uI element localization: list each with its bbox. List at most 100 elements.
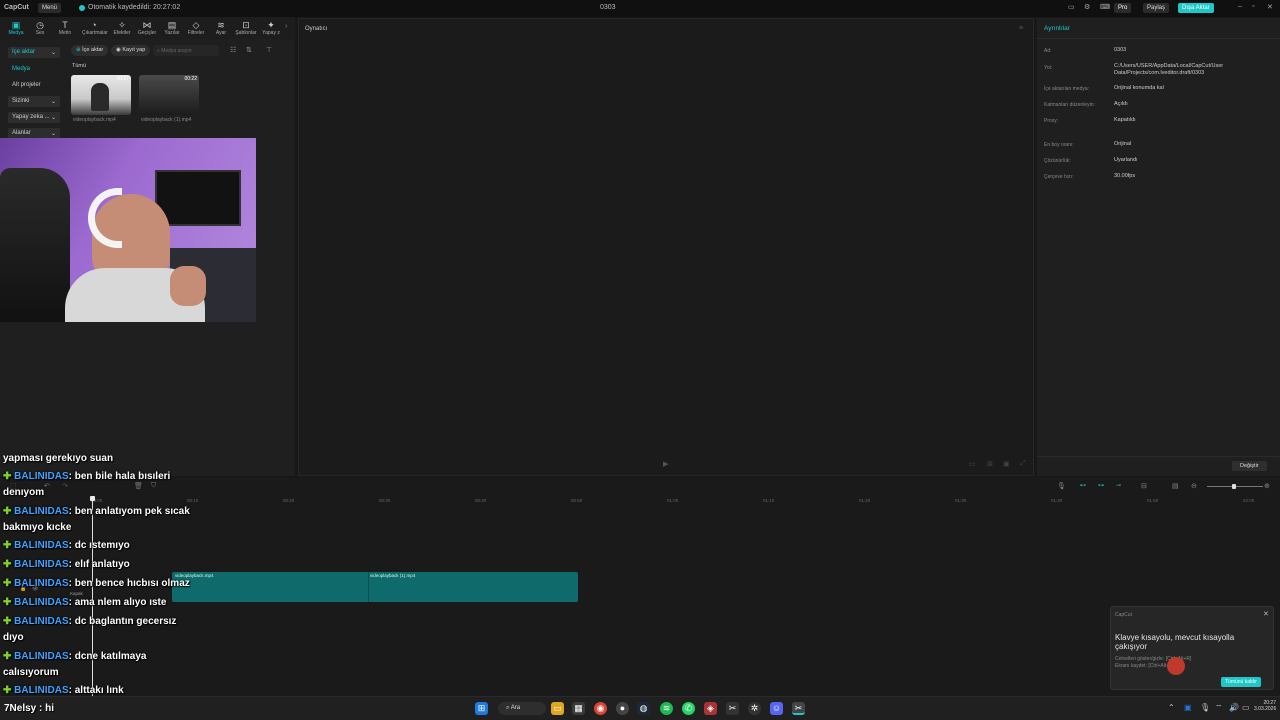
- list-view-icon[interactable]: ☷: [230, 46, 236, 54]
- import-dropdown[interactable]: İçe aktar ⌄: [8, 47, 60, 58]
- tool-effects[interactable]: ✧ Efektler: [110, 20, 134, 36]
- crop-icon[interactable]: ⊠: [987, 460, 993, 468]
- nav-subprojects[interactable]: Alt projeler: [8, 80, 60, 91]
- chat-line: ✚ BALINIDAS: dc baglantın gecersız: [3, 616, 177, 627]
- shield-icon[interactable]: ⛉: [151, 482, 156, 490]
- clock[interactable]: 20:27 3.03.2026: [1254, 700, 1276, 712]
- wifi-icon[interactable]: ⌔: [1215, 703, 1223, 713]
- chatgpt-icon[interactable]: ✲: [748, 702, 761, 715]
- file-explorer-icon[interactable]: ▭: [551, 702, 564, 715]
- undo-icon[interactable]: ↶: [44, 482, 50, 490]
- change-button[interactable]: Değiştir: [1232, 461, 1267, 471]
- volume-icon[interactable]: 🔊: [1229, 703, 1239, 712]
- gaming-chair: [0, 168, 70, 322]
- mic-icon[interactable]: 🎙: [1200, 703, 1210, 712]
- player-title: Oynatıcı: [305, 26, 328, 32]
- capcut-active-icon[interactable]: ✂: [792, 702, 805, 715]
- taskbar-search[interactable]: ⌕ Ara: [498, 702, 546, 715]
- media-app-icon[interactable]: ◈: [704, 702, 717, 715]
- import-icon: ⊕: [76, 47, 81, 53]
- sort-icon[interactable]: ⇅: [246, 46, 252, 54]
- mic-icon[interactable]: 🎙: [1057, 482, 1066, 490]
- detail-value: C:/Users/USER/AppData/Local/CapCut/User …: [1114, 63, 1224, 76]
- cursor-pen-icon: [1167, 657, 1185, 675]
- preview-icon[interactable]: ⊟: [1141, 482, 1147, 490]
- media-thumb-1[interactable]: 00:37: [71, 75, 131, 115]
- tool-text[interactable]: T Metin: [53, 20, 77, 36]
- detail-label: Ad:: [1044, 48, 1052, 54]
- tool-audio[interactable]: ◷ Ses: [28, 20, 52, 36]
- delete-icon[interactable]: 🗑: [134, 482, 143, 490]
- clock-date: 3.03.2026: [1254, 706, 1277, 712]
- tool-filters[interactable]: ◇ Filtreler: [184, 20, 208, 36]
- fullscreen-icon[interactable]: ⤢: [1020, 460, 1026, 468]
- all-filter[interactable]: Tümü: [72, 63, 86, 69]
- tool-stickers[interactable]: ◔ Çıkartmalar: [82, 20, 108, 36]
- chevron-down-icon: ⌄: [50, 99, 56, 105]
- tool-templates[interactable]: ⊡ Şablonlar: [234, 20, 258, 36]
- export-button[interactable]: Dışa Aktar: [1178, 3, 1214, 13]
- template-icon: ⊡: [242, 20, 250, 30]
- tool-captions[interactable]: ▤ Yazılar: [160, 20, 184, 36]
- magnet-icon[interactable]: ⊶: [1098, 482, 1104, 489]
- nav-ai[interactable]: Yapay zeka ... ⌄: [8, 112, 60, 123]
- link-icon[interactable]: ⊷: [1080, 482, 1086, 489]
- steam-icon[interactable]: ◍: [637, 702, 650, 715]
- keyboard-icon[interactable]: ⌨: [1100, 3, 1110, 11]
- store-icon[interactable]: ▦: [572, 702, 585, 715]
- title-bar: CapCut Menü Otomatik kaydedildi: 20:27:0…: [0, 0, 1280, 17]
- search-input[interactable]: ⌕ Medya arayın: [153, 45, 219, 56]
- chevron-down-icon: ⌄: [50, 131, 56, 137]
- toolbar-more-icon[interactable]: ›: [285, 23, 287, 30]
- webcam-overlay: [0, 138, 256, 322]
- zoom-slider-handle[interactable]: [1232, 484, 1236, 489]
- remove-all-button[interactable]: Tümünü kaldır: [1221, 677, 1261, 687]
- media-thumb-2[interactable]: 00:22: [139, 75, 199, 115]
- tool-media[interactable]: ▣ Medya: [4, 20, 28, 36]
- tool-adjust[interactable]: ≋ Ayar: [209, 20, 233, 36]
- battery-icon[interactable]: ▭: [1242, 703, 1250, 712]
- chrome-icon[interactable]: ◉: [594, 702, 607, 715]
- nav-media[interactable]: Medya: [8, 64, 60, 75]
- whatsapp-icon[interactable]: ✆: [682, 702, 695, 715]
- detail-label: Katmanları düzenleyin:: [1044, 102, 1095, 108]
- ratio-icon[interactable]: ▣: [1003, 460, 1010, 468]
- chat-line: ✚ BALINIDAS: ama nlem alıyo ıste: [3, 597, 167, 608]
- filter-icon[interactable]: ⊤: [266, 46, 272, 54]
- menu-button[interactable]: Menü: [38, 3, 62, 13]
- play-icon[interactable]: ▶: [663, 460, 668, 468]
- tool-transitions[interactable]: ⋈ Geçişler: [135, 20, 159, 36]
- discord-icon[interactable]: ☺: [770, 702, 783, 715]
- split-icon[interactable]: ⊸: [1116, 482, 1121, 489]
- time-tick: 01:40: [1051, 498, 1063, 503]
- detail-label: Çözünürlük:: [1044, 158, 1071, 164]
- aspect-icon[interactable]: ▭: [969, 460, 976, 468]
- capcut-icon[interactable]: ✂: [726, 702, 739, 715]
- tool-ai[interactable]: ✦ Yapay z: [259, 20, 283, 36]
- caption-icon[interactable]: ▤: [1172, 482, 1179, 490]
- import-tab[interactable]: ⊕ İçe aktar: [71, 45, 109, 56]
- maximize-icon[interactable]: ▫: [1252, 3, 1254, 10]
- layout-icon[interactable]: ▭: [1068, 3, 1075, 11]
- zoom-out-icon[interactable]: ⊖: [1191, 482, 1197, 490]
- tray-app-icon[interactable]: ▣: [1184, 703, 1192, 712]
- video-track[interactable]: videoplayback.mp4 videoplayback (1).mp4: [172, 572, 578, 602]
- tray-chevron-icon[interactable]: ⌃: [1168, 703, 1175, 712]
- player-menu-icon[interactable]: ≡: [1019, 25, 1023, 32]
- time-tick: 00:40: [475, 498, 487, 503]
- notif-line: Ekranı kaydet: [Ctrl+Alt+R]: [1115, 663, 1175, 669]
- close-icon[interactable]: ✕: [1263, 610, 1269, 618]
- spotify-icon[interactable]: ≋: [660, 702, 673, 715]
- zoom-in-icon[interactable]: ⊕: [1264, 482, 1270, 490]
- sticker-icon: ◔: [91, 20, 97, 30]
- windows-start-icon[interactable]: ⊞: [475, 702, 488, 715]
- redo-icon[interactable]: ↷: [62, 482, 68, 490]
- minimize-icon[interactable]: –: [1238, 3, 1242, 10]
- record-tab[interactable]: ◉ Kayıt yap: [111, 45, 151, 56]
- share-button[interactable]: Paylaş: [1143, 3, 1170, 13]
- nav-yours[interactable]: Sizinki ⌄: [8, 96, 60, 107]
- close-icon[interactable]: ✕: [1267, 3, 1273, 11]
- pro-button[interactable]: Pro: [1114, 3, 1132, 13]
- settings-icon[interactable]: ⚙: [1084, 3, 1090, 11]
- obs-icon[interactable]: ●: [616, 702, 629, 715]
